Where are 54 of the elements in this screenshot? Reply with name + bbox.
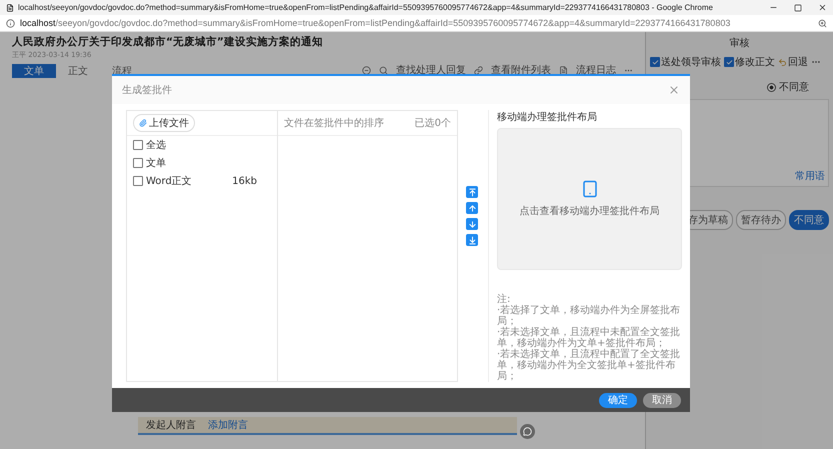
preview-hint: 点击查看移动端办理签批件布局 [520, 204, 660, 218]
move-bottom-button[interactable] [466, 234, 478, 246]
document-tab[interactable]: 正文 [56, 64, 100, 78]
move-top-button[interactable] [466, 186, 478, 198]
file-name: 全选 [146, 138, 167, 152]
note-text: ·若未选择文单，且流程中未配置全文签批单，移动端办件为文单+签批件布局； [497, 327, 682, 349]
file-name: Word正文 [146, 174, 193, 188]
preview-title: 移动端办理签批件布局 [497, 110, 598, 124]
note-text: 注: [497, 294, 510, 305]
selected-count: 已选0个 [414, 116, 451, 130]
document-title: 人民政府办公厅关于印发成都市“无废城市”建设实施方案的通知 [12, 35, 324, 49]
cancel-button[interactable]: 取消 [643, 392, 681, 408]
add-note-link[interactable]: 添加附言 [208, 418, 248, 432]
favicon-icon [6, 4, 14, 12]
checkbox[interactable] [133, 158, 143, 168]
minus-circle-icon[interactable] [362, 66, 371, 74]
maximize-icon[interactable] [794, 4, 802, 12]
note-text: ·若选择了文单，移动端办件为全屏签批布局； [497, 305, 682, 327]
document-tab[interactable]: 文单 [12, 64, 56, 78]
dialog-title: 生成签批件 [122, 84, 172, 97]
link-icon[interactable] [474, 66, 483, 74]
document-icon[interactable] [559, 66, 568, 74]
tablet-icon [580, 180, 598, 198]
file-size: 16kb [232, 176, 258, 186]
layout-preview[interactable]: 点击查看移动端办理签批件布局 [497, 128, 682, 270]
action-checkbox[interactable]: 送处领导审核 [650, 55, 721, 69]
toolbar-link[interactable]: 查看附件列表 [491, 63, 551, 77]
file-name: 文单 [146, 156, 167, 170]
search-icon[interactable] [379, 66, 388, 74]
panel-button[interactable]: 不同意 [789, 210, 829, 230]
action-checkbox[interactable]: 修改正文 [724, 55, 775, 69]
sender-note-label: 发起人附言 [146, 418, 196, 432]
undo-icon [778, 58, 787, 66]
info-icon[interactable] [6, 18, 15, 28]
toolbar-link[interactable]: 流程日志 [576, 63, 616, 77]
address-field[interactable]: localhost/seeyon/govdoc/govdoc.do?method=summary&isFromHome=true&openFrom=listPending&affairId=5509395760095774672&app=4&summaryId=2293774166431780803 [20, 18, 813, 28]
checkbox[interactable] [133, 176, 143, 186]
confirm-button[interactable]: 确定 [599, 392, 637, 408]
phrases-link[interactable]: 常用语 [795, 169, 825, 183]
panel-button[interactable]: 暂存待办 [736, 210, 786, 230]
checkbox[interactable] [133, 140, 143, 150]
window-title: localhost/seeyon/govdoc/govdoc.do?method=summary&isFromHome=true&openFrom=listPending&affairId=5509395760095774672&app=4&summaryId=2293774166431780803 - Google Chrome [18, 3, 714, 12]
upload-button[interactable]: 上传文件 [133, 114, 195, 132]
note-text: ·若未选择文单，且流程中配置了全文签批单，移动端办件为全文签批单+签批件布局； [497, 349, 682, 382]
paperclip-icon [139, 119, 147, 127]
return-button[interactable]: 回退 [778, 55, 808, 69]
move-down-button[interactable] [466, 218, 478, 230]
toolbar-link[interactable]: 查找处理人回复 [396, 63, 466, 77]
radio-option[interactable]: 不同意 [767, 80, 809, 94]
close-icon[interactable] [818, 3, 827, 12]
zoom-icon[interactable] [818, 18, 827, 28]
panel-title: 审核 [730, 36, 750, 50]
order-header: 文件在签批件中的排序 [284, 116, 384, 130]
move-up-button[interactable] [466, 202, 478, 214]
